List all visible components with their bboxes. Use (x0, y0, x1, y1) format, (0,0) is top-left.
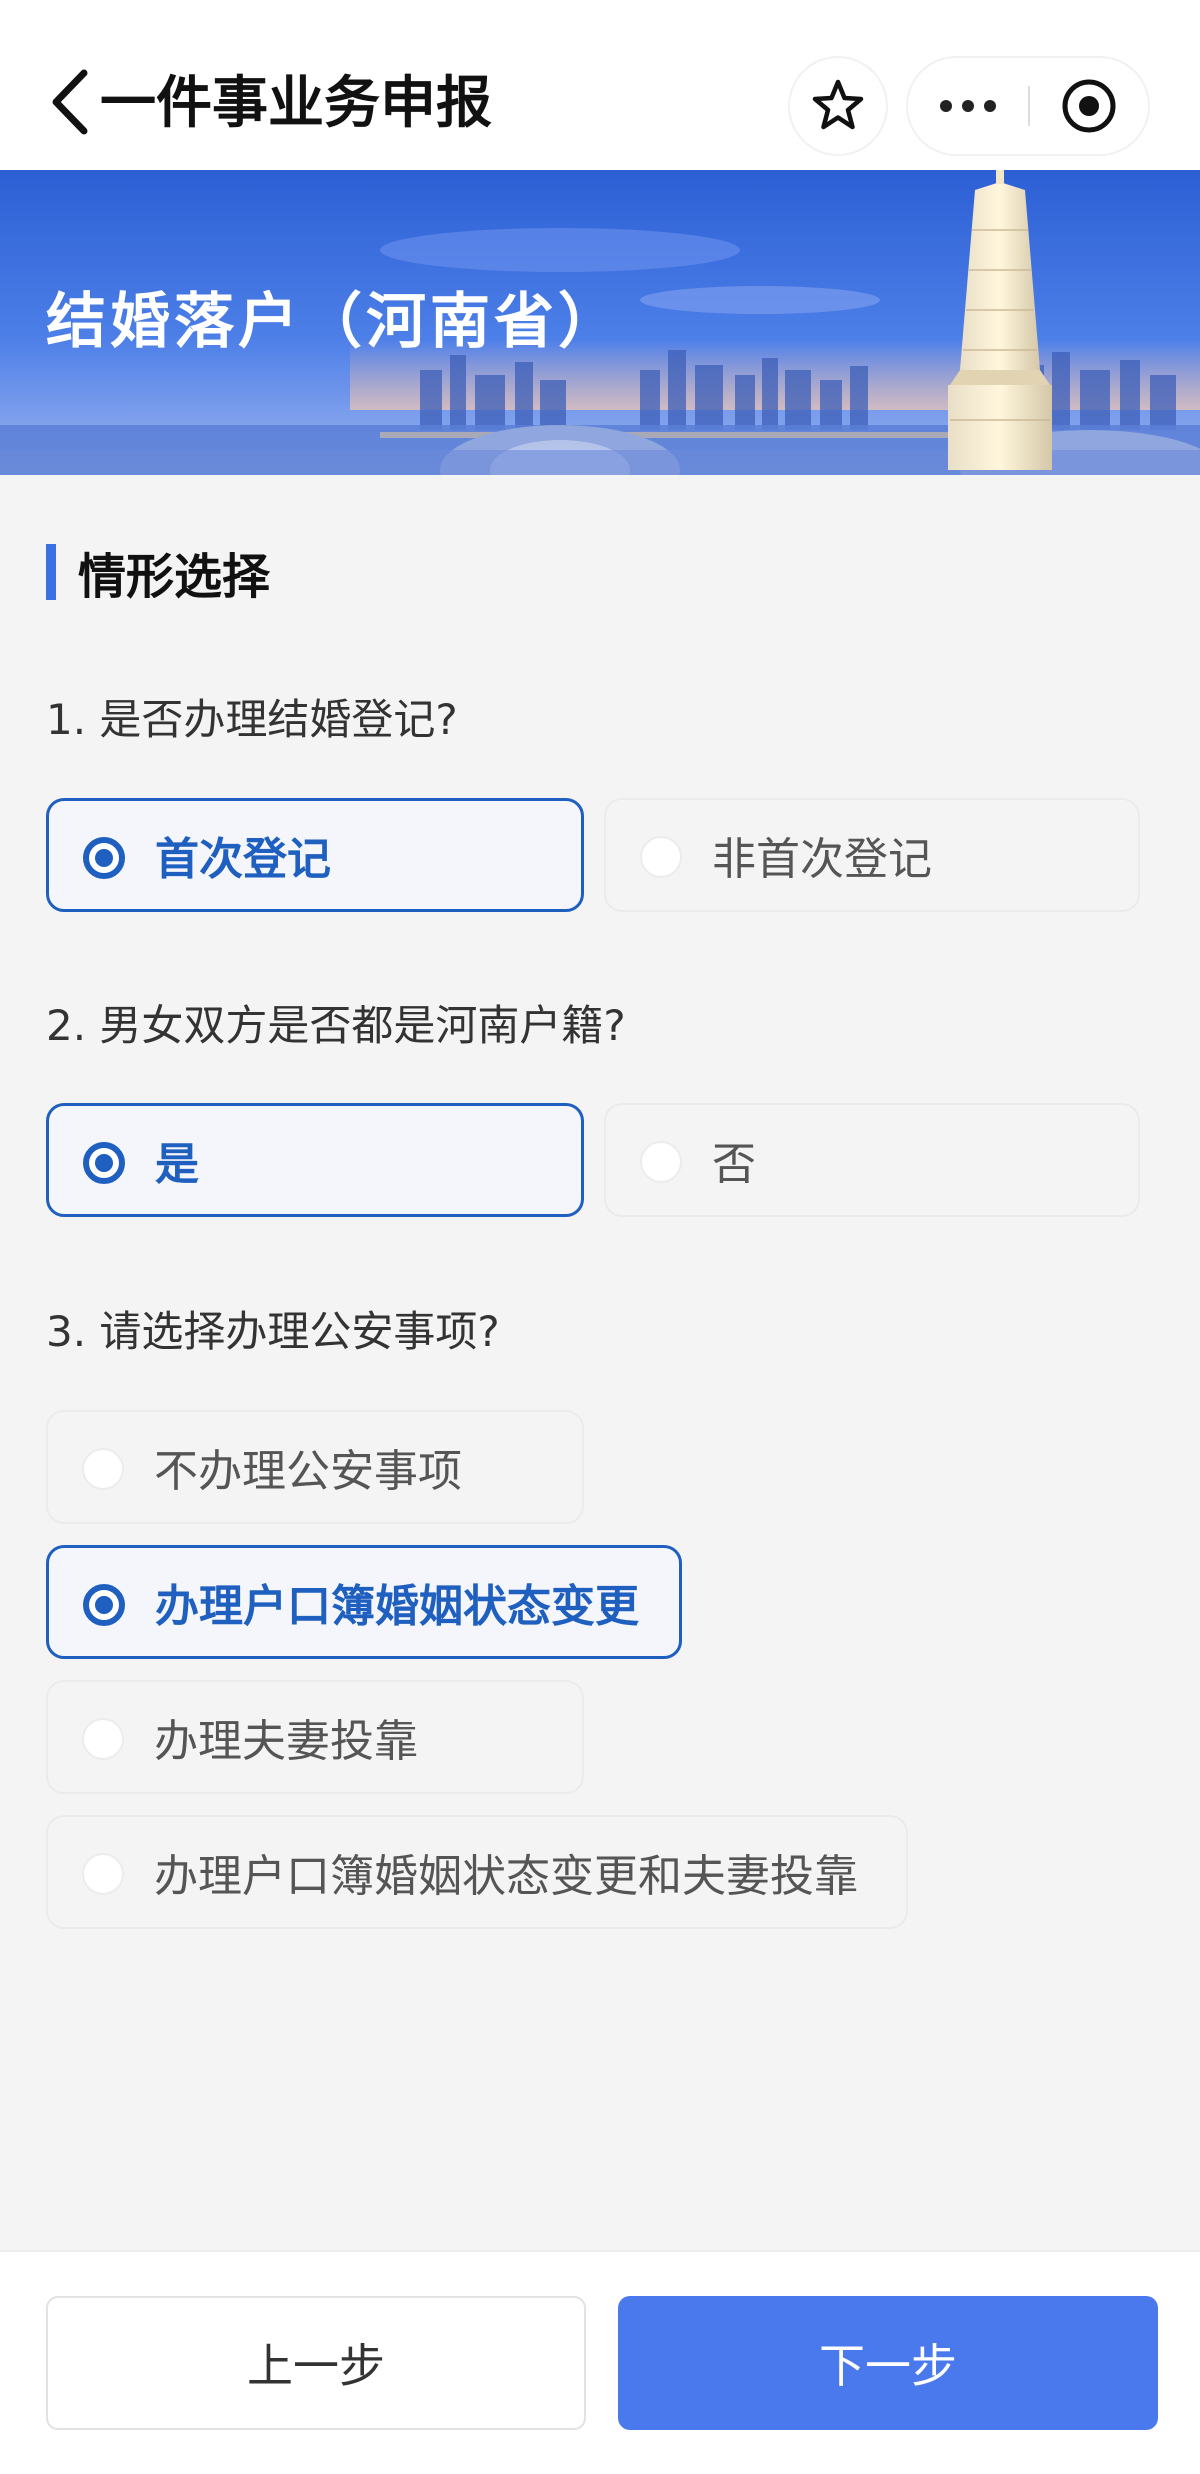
option-label: 非首次登记 (712, 834, 932, 885)
chevron-left-icon (52, 69, 88, 135)
option-label: 不办理公安事项 (154, 1446, 462, 1497)
option-no-police-matter[interactable]: 不办理公安事项 (46, 1410, 584, 1524)
option-label: 否 (712, 1139, 756, 1190)
radio-unselected-icon (82, 1718, 124, 1760)
star-icon (812, 79, 864, 130)
radio-unselected-icon (640, 836, 682, 878)
footer-action-bar: 上一步 下一步 (0, 2250, 1200, 2474)
option-label: 是 (155, 1139, 199, 1190)
radio-selected-icon (83, 1584, 125, 1626)
option-non-first-registration[interactable]: 非首次登记 (604, 798, 1140, 912)
banner: 结婚落户（河南省） (0, 170, 1200, 475)
previous-step-button[interactable]: 上一步 (46, 2296, 586, 2430)
option-marital-status-change[interactable]: 办理户口簿婚姻状态变更 (46, 1545, 682, 1659)
option-spouse-relocation[interactable]: 办理夫妻投靠 (46, 1680, 584, 1794)
section-accent-bar (46, 544, 56, 600)
navigation-bar: 一件事业务申报 (0, 0, 1200, 170)
option-no[interactable]: 否 (604, 1103, 1140, 1217)
option-label: 办理户口簿婚姻状态变更和夫妻投靠 (154, 1851, 858, 1902)
more-button[interactable] (908, 58, 1028, 154)
next-step-button[interactable]: 下一步 (618, 2296, 1158, 2430)
option-first-registration[interactable]: 首次登记 (46, 798, 584, 912)
radio-selected-icon (83, 837, 125, 879)
back-button[interactable] (40, 62, 100, 142)
target-icon (1062, 79, 1116, 133)
radio-selected-icon (83, 1142, 125, 1184)
question-1: 1. 是否办理结婚登记? (46, 695, 458, 744)
radio-unselected-icon (640, 1141, 682, 1183)
option-label: 首次登记 (155, 834, 331, 885)
radio-unselected-icon (82, 1853, 124, 1895)
section-header: 情形选择 (46, 540, 271, 605)
favorite-button[interactable] (790, 58, 886, 154)
radio-unselected-icon (82, 1448, 124, 1490)
option-label: 办理夫妻投靠 (154, 1716, 418, 1767)
section-title: 情形选择 (78, 549, 271, 605)
option-yes[interactable]: 是 (46, 1103, 584, 1217)
more-dots-icon (940, 100, 996, 112)
question-2: 2. 男女双方是否都是河南户籍? (46, 1001, 626, 1050)
question-3: 3. 请选择办理公安事项? (46, 1307, 500, 1356)
option-label: 办理户口簿婚姻状态变更 (155, 1581, 639, 1632)
mini-program-capsule (908, 58, 1148, 154)
page-title: 一件事业务申报 (100, 71, 492, 136)
banner-title: 结婚落户（河南省） (46, 287, 622, 357)
close-mini-program-button[interactable] (1030, 58, 1148, 154)
option-status-change-and-spouse-relocation[interactable]: 办理户口簿婚姻状态变更和夫妻投靠 (46, 1815, 908, 1929)
